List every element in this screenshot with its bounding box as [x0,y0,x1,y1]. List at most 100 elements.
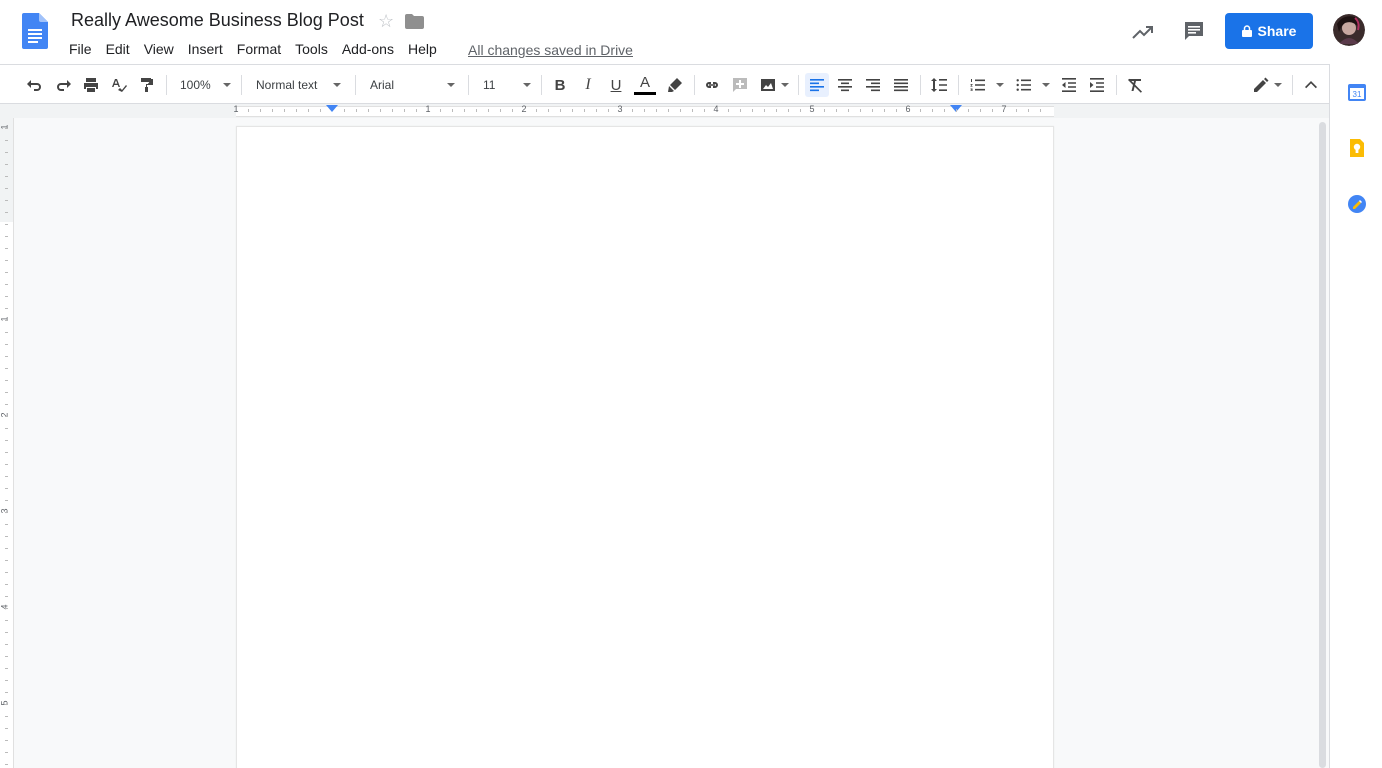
ruler-number: 4 [713,104,719,114]
ruler-tick [824,109,825,112]
undo-button[interactable] [24,73,46,97]
justify-button[interactable] [889,73,913,97]
underline-button[interactable]: U [605,73,627,97]
increase-indent-button[interactable] [1085,73,1109,97]
numbered-list-button[interactable] [966,73,1006,97]
bold-button[interactable]: B [549,73,571,97]
docs-logo-icon[interactable] [22,13,48,49]
align-left-button[interactable] [805,73,829,97]
menu-format[interactable]: Format [230,40,288,58]
ruler-tick [5,236,8,237]
ruler-tick [380,109,381,112]
folder-icon[interactable] [405,14,424,29]
line-spacing-button[interactable] [927,73,951,97]
italic-label: I [585,76,591,93]
ruler-tick [320,109,321,112]
ruler-tick [5,512,8,513]
paragraph-style-select[interactable]: Normal text [256,74,342,96]
ruler-tick [728,109,729,112]
menu-insert[interactable]: Insert [181,40,230,58]
spellcheck-button[interactable] [108,73,130,97]
ruler-tick [5,272,8,273]
italic-button[interactable]: I [577,73,599,97]
ruler-tick [5,320,8,321]
ruler-tick [536,109,537,112]
insert-comment-button[interactable] [729,73,751,97]
paint-format-button[interactable] [136,73,158,97]
align-right-button[interactable] [861,73,885,97]
scrollbar[interactable] [1316,118,1329,768]
keep-icon[interactable] [1347,138,1367,158]
calendar-icon[interactable]: 31 [1347,82,1367,102]
ruler-tick [5,464,8,465]
print-button[interactable] [80,73,102,97]
document-page[interactable] [236,126,1054,768]
document-title[interactable]: Really Awesome Business Blog Post [71,10,364,31]
ruler-tick [920,109,921,112]
ruler-tick [5,296,8,297]
ruler-tick [344,109,345,112]
horizontal-ruler[interactable]: 1 1 2 3 4 5 6 7 [0,104,1329,118]
align-center-button[interactable] [833,73,857,97]
insert-link-button[interactable] [701,73,723,97]
menu-edit[interactable]: Edit [99,40,137,58]
ruler-tick [800,109,801,112]
ruler-tick [512,109,513,112]
editing-mode-button[interactable] [1249,73,1285,97]
ruler-tick [644,109,645,112]
undo-icon [27,80,41,91]
ruler-tick [5,188,8,189]
ruler-tick [584,109,585,112]
avatar[interactable] [1333,14,1365,46]
insert-image-button[interactable] [757,73,791,97]
vertical-ruler[interactable]: 1 1 2 3 4 5 [0,118,14,768]
ruler-tick [416,109,417,112]
ruler-tick [872,109,873,112]
activity-trend-icon[interactable] [1131,20,1155,44]
ruler-tick [5,488,8,489]
left-indent-marker[interactable] [326,105,338,112]
lock-icon [1241,25,1252,37]
ruler-tick [980,109,981,112]
ruler-tick [548,109,549,112]
menu-file[interactable]: File [62,40,99,58]
comments-icon[interactable] [1183,20,1205,42]
redo-button[interactable] [52,73,74,97]
ruler-tick [308,109,309,112]
toolbar: 100% Normal text Arial 11 B I U A [0,64,1329,104]
bulleted-list-button[interactable] [1012,73,1052,97]
ruler-number: 7 [1001,104,1007,114]
decrease-indent-icon [1062,78,1076,92]
clear-formatting-button[interactable] [1123,73,1147,97]
text-color-button[interactable]: A [633,73,657,97]
tasks-icon[interactable] [1347,194,1367,214]
decrease-indent-button[interactable] [1057,73,1081,97]
share-button[interactable]: Share [1225,13,1313,49]
ruler-tick [5,128,8,129]
add-comment-icon [733,78,747,92]
ruler-tick [5,740,8,741]
increase-indent-icon [1090,78,1104,92]
scrollbar-thumb[interactable] [1319,122,1326,768]
menu-bar: File Edit View Insert Format Tools Add-o… [62,40,444,58]
font-size-select[interactable]: 11 [483,74,532,96]
menu-view[interactable]: View [137,40,181,58]
ruler-tick [392,109,393,112]
zoom-select[interactable]: 100% [180,74,231,96]
pencil-icon [1254,77,1269,92]
ruler-tick [740,109,741,112]
bulleted-list-icon [1016,79,1031,91]
menu-tools[interactable]: Tools [288,40,335,58]
menu-help[interactable]: Help [401,40,444,58]
ruler-tick [1028,109,1029,112]
font-select[interactable]: Arial [370,74,456,96]
save-status-link[interactable]: All changes saved in Drive [468,42,633,58]
menu-addons[interactable]: Add-ons [335,40,401,58]
ruler-tick [488,109,489,112]
star-icon[interactable]: ☆ [378,11,394,32]
hide-menus-button[interactable] [1299,73,1323,97]
highlight-color-button[interactable] [664,73,686,97]
ruler-tick [1016,109,1017,112]
font-size-value: 11 [483,78,496,92]
ruler-tick [836,109,837,112]
